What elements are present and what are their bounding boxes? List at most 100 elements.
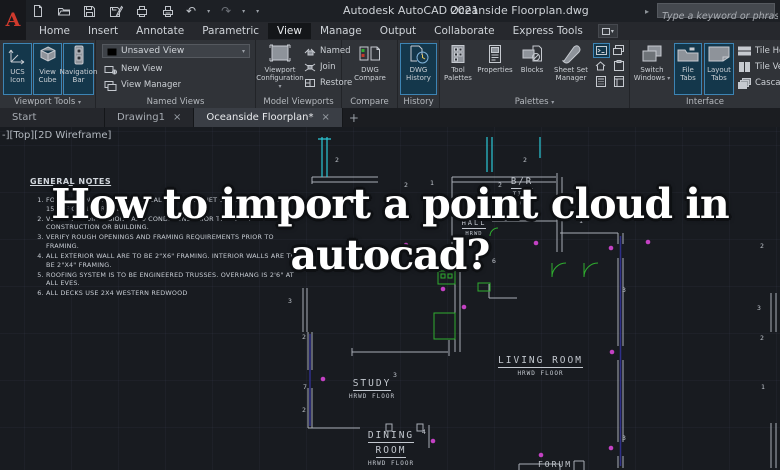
- file-tabs-icon: [677, 47, 699, 62]
- cascade-icon: [738, 77, 751, 89]
- cascade-button[interactable]: Cascade: [738, 76, 780, 90]
- calculator-icon: [595, 76, 606, 87]
- ucs-icon-button[interactable]: UCS Icon: [3, 43, 32, 95]
- new-view-button[interactable]: New View: [104, 62, 162, 76]
- view-manager-icon: [104, 80, 117, 91]
- panel-compare: DWG Compare Compare: [342, 40, 398, 108]
- palette-stack-button[interactable]: [611, 43, 626, 56]
- tab-output[interactable]: Output: [371, 23, 425, 39]
- wall-number: 4: [422, 428, 426, 436]
- properties-button[interactable]: Properties: [476, 43, 514, 95]
- utility-lines: [318, 137, 541, 177]
- panel-interface: Switch Windows ▾ File Tabs Layout Tabs T…: [630, 40, 780, 108]
- new-file-icon[interactable]: [30, 4, 45, 18]
- command-line-palette-button[interactable]: [593, 43, 610, 58]
- plot-icon[interactable]: [134, 4, 149, 18]
- wall-number: 1: [761, 383, 765, 391]
- tab-insert[interactable]: Insert: [79, 23, 127, 39]
- wall-number: 3: [622, 286, 626, 294]
- redo-dropdown-icon[interactable]: ▾: [242, 8, 245, 15]
- open-folder-icon[interactable]: [56, 4, 71, 18]
- view-cube-button[interactable]: View Cube: [33, 43, 62, 95]
- palette-calculator-button[interactable]: [593, 75, 608, 88]
- wall-number: 3: [622, 434, 626, 442]
- dwg-compare-button[interactable]: DWG Compare: [346, 43, 394, 95]
- wall-number: 3: [393, 371, 397, 379]
- file-tab-bar: Start Drawing1 × Oceanside Floorplan* × …: [0, 108, 780, 127]
- ucs-axes-icon: [8, 49, 24, 65]
- panel-label-history[interactable]: History: [398, 97, 439, 107]
- panel-label-palettes[interactable]: Palettes ▾: [440, 97, 629, 107]
- wall-number: 2: [302, 406, 306, 414]
- save-icon[interactable]: [82, 4, 97, 18]
- panel-model-viewports: Viewport Configuration ▾ Named Join Rest…: [256, 40, 352, 108]
- wall-number: 7: [303, 383, 307, 391]
- search-collapse-icon[interactable]: ▸: [645, 7, 649, 16]
- file-tab-oceanside-floorplan[interactable]: Oceanside Floorplan* ×: [194, 108, 343, 127]
- qat-customize-icon[interactable]: ▾: [256, 8, 259, 15]
- print-icon[interactable]: [160, 4, 175, 18]
- view-manager-button[interactable]: View Manager: [104, 78, 181, 92]
- wall-number: 3: [757, 304, 761, 312]
- undo-icon[interactable]: ↶: [186, 5, 196, 17]
- ribbon: UCS Icon View Cube Navigation Bar Viewpo…: [0, 40, 780, 109]
- sheet-set-manager-button[interactable]: Sheet Set Manager: [550, 43, 592, 95]
- file-tab-drawing1[interactable]: Drawing1 ×: [105, 108, 195, 127]
- ribbon-options-button[interactable]: ▾: [597, 24, 618, 38]
- undo-dropdown-icon[interactable]: ▾: [207, 8, 210, 15]
- join-viewport-button[interactable]: Join: [304, 60, 335, 74]
- file-tab-start[interactable]: Start: [0, 108, 105, 127]
- palette-clipboard-button[interactable]: [611, 59, 626, 72]
- layout-tabs-icon: [708, 46, 730, 62]
- panel-label-viewport-tools[interactable]: Viewport Tools ▾: [0, 97, 95, 107]
- panel-named-views: Unsaved View ▾ New View View Manager Nam…: [96, 40, 256, 108]
- tile-vertically-button[interactable]: Tile Vertically: [738, 60, 780, 74]
- tab-annotate[interactable]: Annotate: [127, 23, 193, 39]
- panel-label-compare[interactable]: Compare: [342, 97, 397, 107]
- tab-parametric[interactable]: Parametric: [193, 23, 268, 39]
- panel-label-named-views[interactable]: Named Views: [96, 97, 255, 107]
- viewport-configuration-button[interactable]: Viewport Configuration ▾: [256, 43, 304, 95]
- close-icon[interactable]: ×: [173, 112, 181, 123]
- redo-icon[interactable]: ↷: [221, 5, 231, 17]
- save-as-icon[interactable]: [108, 4, 123, 18]
- close-icon[interactable]: ×: [321, 112, 329, 123]
- wall-number: 2: [335, 156, 339, 164]
- navigation-bar-button[interactable]: Navigation Bar: [60, 43, 97, 95]
- layout-tabs-button[interactable]: Layout Tabs: [704, 43, 734, 95]
- tab-collaborate[interactable]: Collaborate: [425, 23, 503, 39]
- tab-view[interactable]: View: [268, 23, 311, 39]
- named-viewport-icon: [304, 48, 316, 56]
- autocad-logo[interactable]: A: [0, 0, 26, 40]
- overlay-title-line1: How to import a point cloud in: [51, 180, 729, 228]
- tile-horizontally-button[interactable]: Tile Horizontally: [738, 44, 780, 58]
- panel-history: DWG History History: [398, 40, 440, 108]
- panel-label-interface[interactable]: Interface: [630, 97, 780, 107]
- tab-express-tools[interactable]: Express Tools: [504, 23, 592, 39]
- view-dropdown[interactable]: Unsaved View ▾: [102, 44, 250, 58]
- dwg-history-button[interactable]: DWG History: [400, 43, 437, 95]
- join-viewport-icon: [304, 63, 316, 72]
- tool-palettes-button[interactable]: Tool Palettes: [442, 43, 474, 95]
- tile-vertical-icon: [739, 62, 750, 72]
- command-line-icon: [596, 46, 607, 55]
- new-drawing-button[interactable]: +: [343, 108, 365, 127]
- switch-windows-button[interactable]: Switch Windows ▾: [632, 43, 672, 95]
- view-state-icon: [107, 48, 117, 56]
- blocks-button[interactable]: Blocks: [516, 43, 548, 95]
- room-label-living-room: LIVING ROOM HRWD FLOOR: [498, 355, 583, 377]
- switch-windows-icon: [642, 45, 662, 62]
- panel-palettes: Tool Palettes Properties Blocks Sheet Se…: [440, 40, 630, 108]
- palette-home-button[interactable]: [593, 59, 608, 72]
- palette-content-button[interactable]: [611, 75, 626, 88]
- quick-access-toolbar: ↶ ▾ ↷ ▾ ▾: [30, 3, 259, 19]
- drawing-canvas[interactable]: -][Top][2D Wireframe] GENERAL NOTES FOUN…: [0, 127, 780, 470]
- panel-label-model-viewports[interactable]: Model Viewports: [256, 97, 341, 107]
- new-view-icon: [104, 65, 117, 74]
- file-tabs-button[interactable]: File Tabs: [674, 43, 702, 95]
- restore-viewport-icon: [305, 79, 315, 87]
- tab-manage[interactable]: Manage: [311, 23, 371, 39]
- tab-home[interactable]: Home: [30, 23, 79, 39]
- layers-icon: [613, 44, 624, 55]
- overlay-title: How to import a point cloud in autocad?: [0, 179, 780, 281]
